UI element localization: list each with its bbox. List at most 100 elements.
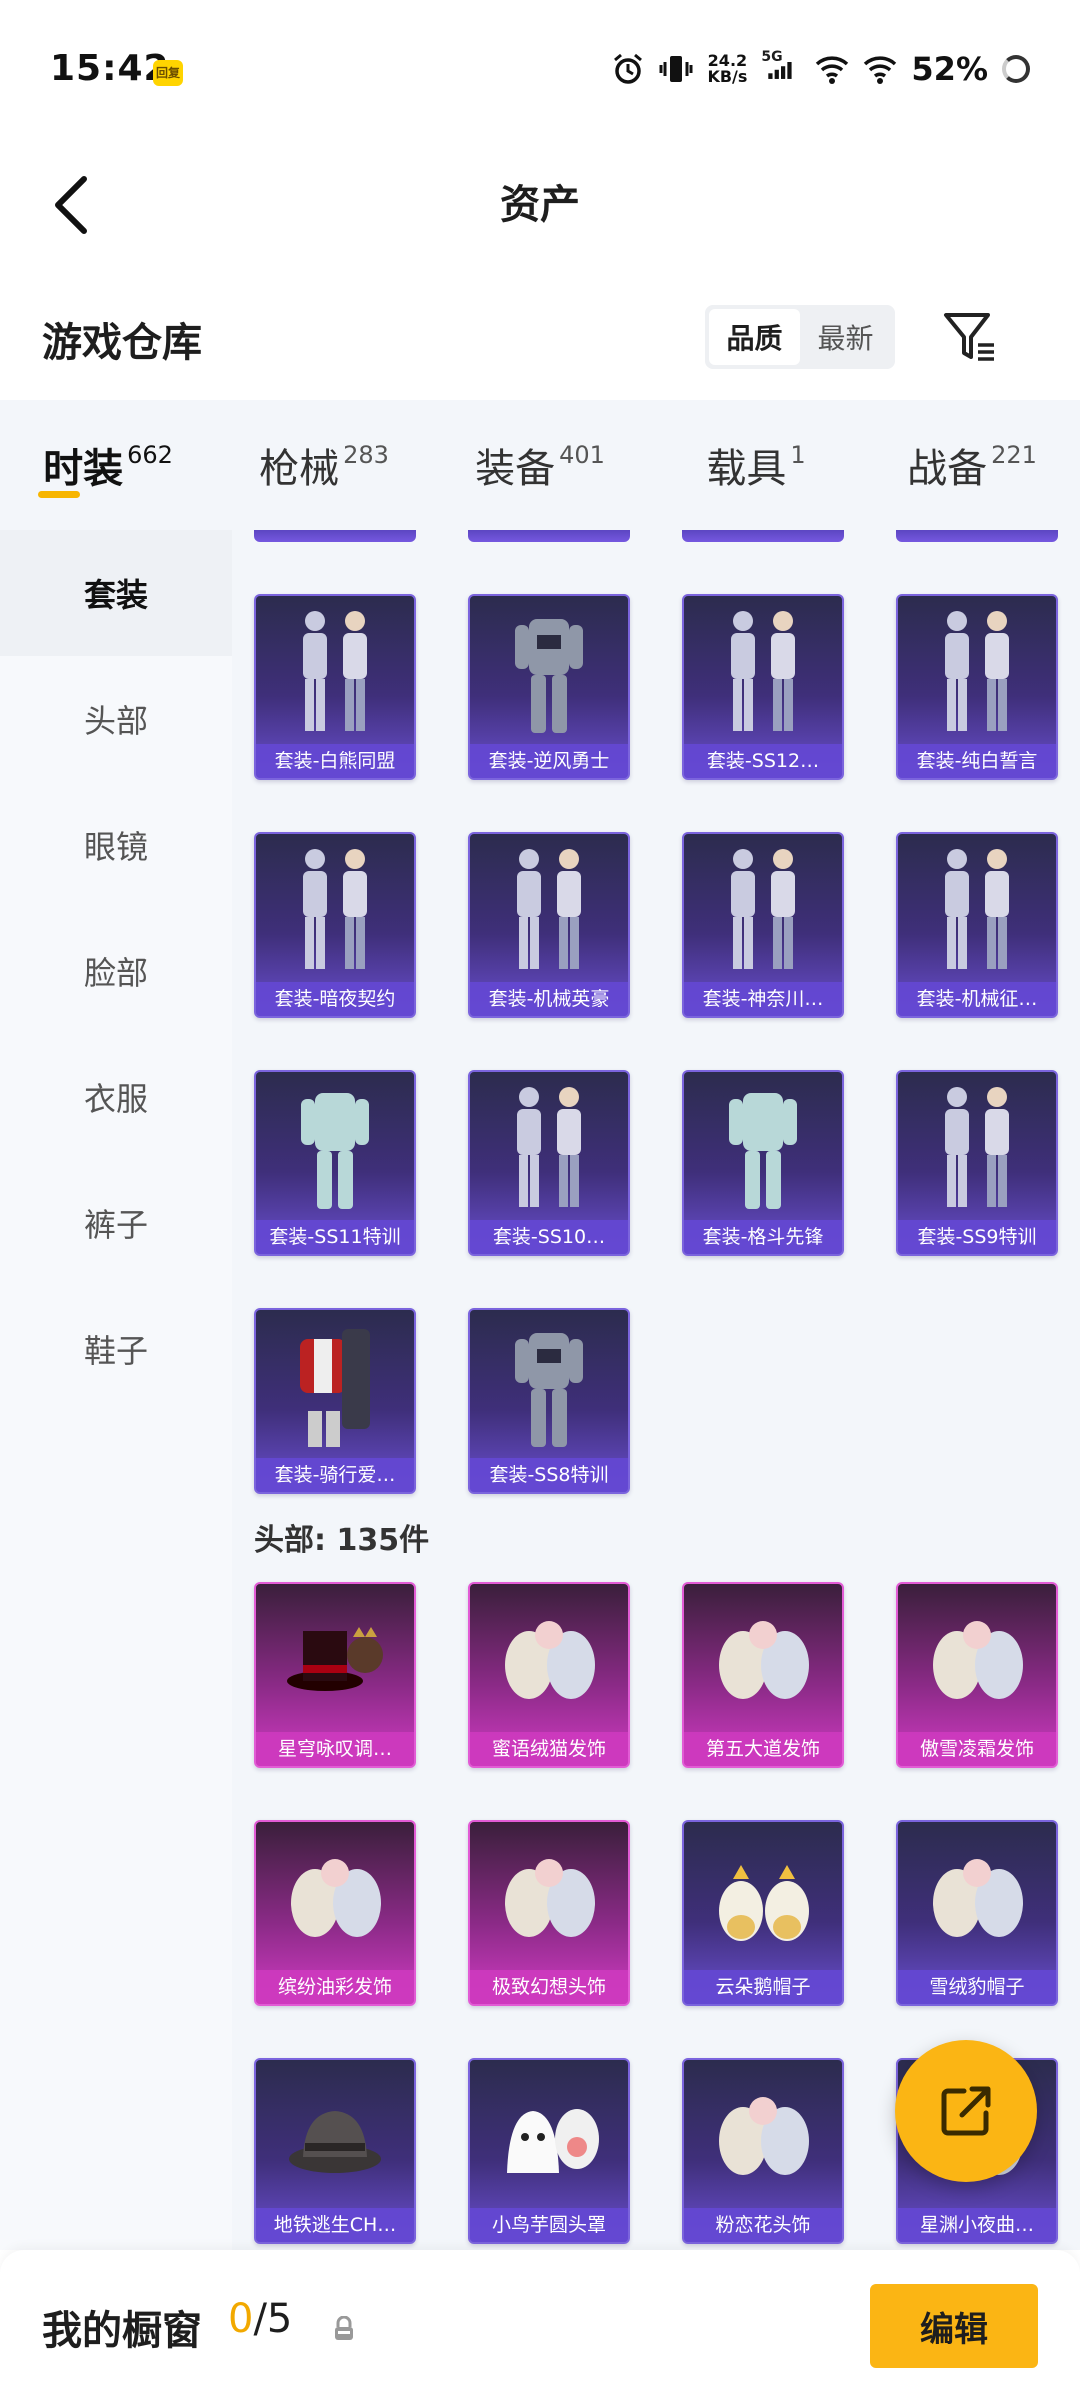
- edit-button[interactable]: 编辑: [870, 2284, 1038, 2368]
- item-card[interactable]: 套装-纯白誓言: [896, 594, 1058, 780]
- item-card[interactable]: 缤纷油彩发饰: [254, 1820, 416, 2006]
- item-card[interactable]: 套装-暗夜契约: [254, 832, 416, 1018]
- item-name: 蜜语绒猫发饰: [470, 1732, 628, 1766]
- hair-accessory-icon: [256, 1830, 414, 1968]
- vibrate-icon: [659, 56, 693, 82]
- outfit-duo-icon: [898, 604, 1056, 742]
- tab-count: 401: [559, 441, 605, 469]
- sidebar-item-suits[interactable]: 套装: [0, 530, 232, 656]
- outfit-single-icon: [256, 1080, 414, 1218]
- item-card[interactable]: 云朵鹅帽子: [682, 1820, 844, 2006]
- item-card[interactable]: 套装-SS11特训: [254, 1070, 416, 1256]
- category-tabs: 时装 662 枪械 283 装备 401 载具 1 战备 221: [0, 400, 1080, 530]
- tab-label: 枪械: [259, 446, 340, 492]
- outfit-armor-icon: [470, 1318, 628, 1456]
- filter-button[interactable]: [940, 307, 1000, 367]
- item-card[interactable]: 套装-SS12…: [682, 594, 844, 780]
- item-grid: 套装-白熊同盟 套装-逆风勇士 套装-SS12… 套装-纯白誓言套装-暗夜契约 套装-机…: [232, 530, 1080, 2250]
- sort-toggle: 品质 最新: [705, 305, 895, 369]
- item-name: 极致幻想头饰: [470, 1970, 628, 2004]
- item-name: 套装-骑行爱…: [256, 1458, 414, 1492]
- item-card[interactable]: 地铁逃生CH…: [254, 2058, 416, 2244]
- tab-label: 载具: [706, 446, 787, 492]
- item-card[interactable]: 第五大道发饰: [682, 1582, 844, 1768]
- item-card[interactable]: 极致幻想头饰: [468, 1820, 630, 2006]
- item-name: 套装-暗夜契约: [256, 982, 414, 1016]
- item-card[interactable]: 粉恋花头饰: [682, 2058, 844, 2244]
- top-hat-icon: [256, 1592, 414, 1730]
- hair-accessory-icon: [684, 1592, 842, 1730]
- subcategory-sidebar: 套装 头部 眼镜 脸部 衣服 裤子 鞋子: [0, 530, 232, 2250]
- item-name: 套装-机械英豪: [470, 982, 628, 1016]
- scrolled-card-edge: [254, 530, 416, 542]
- sidebar-item-glasses[interactable]: 眼镜: [0, 782, 232, 908]
- item-name: 雪绒豹帽子: [898, 1970, 1056, 2004]
- tab-vehicles[interactable]: 载具 1: [648, 400, 864, 530]
- hair-accessory-icon: [898, 1592, 1056, 1730]
- item-name: 缤纷油彩发饰: [256, 1970, 414, 2004]
- bucket-hat-icon: [256, 2068, 414, 2206]
- scrolled-card-edge: [468, 530, 630, 542]
- alarm-icon: [614, 53, 643, 84]
- item-card[interactable]: 套装-神奈川…: [682, 832, 844, 1018]
- item-card[interactable]: 傲雪凌霜发饰: [896, 1582, 1058, 1768]
- head-section-label: 头部: 135件: [254, 1523, 430, 1558]
- item-name: 套装-纯白誓言: [898, 744, 1056, 778]
- item-card[interactable]: 小鸟芋圆头罩: [468, 2058, 630, 2244]
- outfit-duo-icon: [684, 604, 842, 742]
- item-name: 套装-神奈川…: [684, 982, 842, 1016]
- item-name: 套装-SS11特训: [256, 1220, 414, 1254]
- item-card[interactable]: 套装-机械征…: [896, 832, 1058, 1018]
- item-card[interactable]: 套装-白熊同盟: [254, 594, 416, 780]
- sidebar-item-pants[interactable]: 裤子: [0, 1160, 232, 1286]
- wifi-icon: [816, 56, 849, 84]
- item-card[interactable]: 星穹咏叹调…: [254, 1582, 416, 1768]
- outfit-armor-icon: [470, 604, 628, 742]
- item-name: 星渊小夜曲…: [898, 2208, 1056, 2242]
- item-card[interactable]: 套装-逆风勇士: [468, 594, 630, 780]
- warehouse-row: 游戏仓库 品质 最新: [0, 285, 1080, 400]
- tab-label: 装备: [475, 446, 556, 492]
- item-name: 星穹咏叹调…: [256, 1732, 414, 1766]
- status-bar: 15:42 回复 24.2 KB/s 5G 52%: [0, 0, 1080, 140]
- outfit-duo-icon: [470, 842, 628, 980]
- sidebar-item-face[interactable]: 脸部: [0, 908, 232, 1034]
- warehouse-title: 游戏仓库: [42, 320, 202, 366]
- nav-header: 资产: [0, 140, 1080, 270]
- item-name: 套装-SS10…: [470, 1220, 628, 1254]
- share-button[interactable]: [895, 2040, 1037, 2182]
- status-time: 15:42: [50, 48, 170, 89]
- status-icons: 24.2 KB/s 5G 52%: [611, 46, 1030, 92]
- item-name: 第五大道发饰: [684, 1732, 842, 1766]
- item-card[interactable]: 蜜语绒猫发饰: [468, 1582, 630, 1768]
- sort-newest-option[interactable]: 最新: [800, 309, 891, 365]
- bird-hood-icon: [470, 2068, 628, 2206]
- item-card[interactable]: 套装-SS9特训: [896, 1070, 1058, 1256]
- battery-percent: 52%: [911, 50, 988, 88]
- tab-label: 时装: [43, 446, 124, 492]
- item-name: 傲雪凌霜发饰: [898, 1732, 1056, 1766]
- item-card[interactable]: 套装-SS10…: [468, 1070, 630, 1256]
- app-notification-icon: 回复: [153, 60, 183, 86]
- item-card[interactable]: 套装-骑行爱…: [254, 1308, 416, 1494]
- tab-count: 1: [790, 441, 806, 469]
- item-card[interactable]: 套装-SS8特训: [468, 1308, 630, 1494]
- tab-equipment[interactable]: 装备 401: [432, 400, 648, 530]
- tab-fashion[interactable]: 时装 662: [0, 400, 216, 530]
- item-card[interactable]: 雪绒豹帽子: [896, 1820, 1058, 2006]
- item-card[interactable]: 套装-机械英豪: [468, 832, 630, 1018]
- tab-count: 221: [991, 441, 1037, 469]
- tab-guns[interactable]: 枪械 283: [216, 400, 432, 530]
- sidebar-item-shoes[interactable]: 鞋子: [0, 1286, 232, 1412]
- sort-quality-option[interactable]: 品质: [709, 309, 800, 365]
- item-name: 套装-SS8特训: [470, 1458, 628, 1492]
- sidebar-item-head[interactable]: 头部: [0, 656, 232, 782]
- item-card[interactable]: 套装-格斗先锋: [682, 1070, 844, 1256]
- tab-count: 662: [127, 441, 173, 469]
- item-name: 套装-SS12…: [684, 744, 842, 778]
- tab-combat-gear[interactable]: 战备 221: [864, 400, 1080, 530]
- showcase-used: 0: [228, 2296, 254, 2342]
- showcase-title: 我的橱窗: [42, 2308, 202, 2354]
- sidebar-item-clothes[interactable]: 衣服: [0, 1034, 232, 1160]
- outfit-duo-icon: [256, 604, 414, 742]
